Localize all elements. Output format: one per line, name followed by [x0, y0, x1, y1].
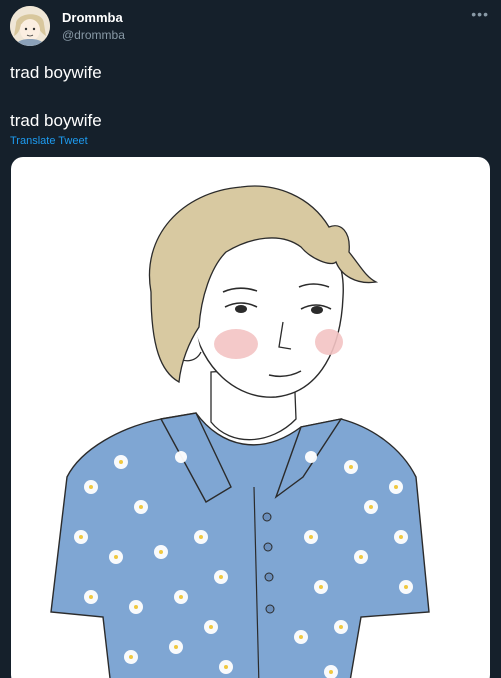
more-horizontal-icon[interactable]: •••: [471, 6, 489, 22]
translate-tweet-link[interactable]: Translate Tweet: [10, 135, 88, 147]
tweet-media-image[interactable]: [11, 157, 490, 678]
avatar-image: [10, 6, 50, 46]
tweet-text: trad boywife: [10, 63, 102, 82]
avatar[interactable]: [10, 6, 50, 46]
author-name[interactable]: Drommba: [62, 10, 123, 25]
author-handle[interactable]: @drommba: [62, 28, 125, 42]
illustration-boy-in-daisy-shirt: [50, 185, 430, 678]
tweet-header: Drommba @drommba •••: [10, 6, 491, 50]
tweet-text-translated: trad boywife: [10, 111, 102, 130]
